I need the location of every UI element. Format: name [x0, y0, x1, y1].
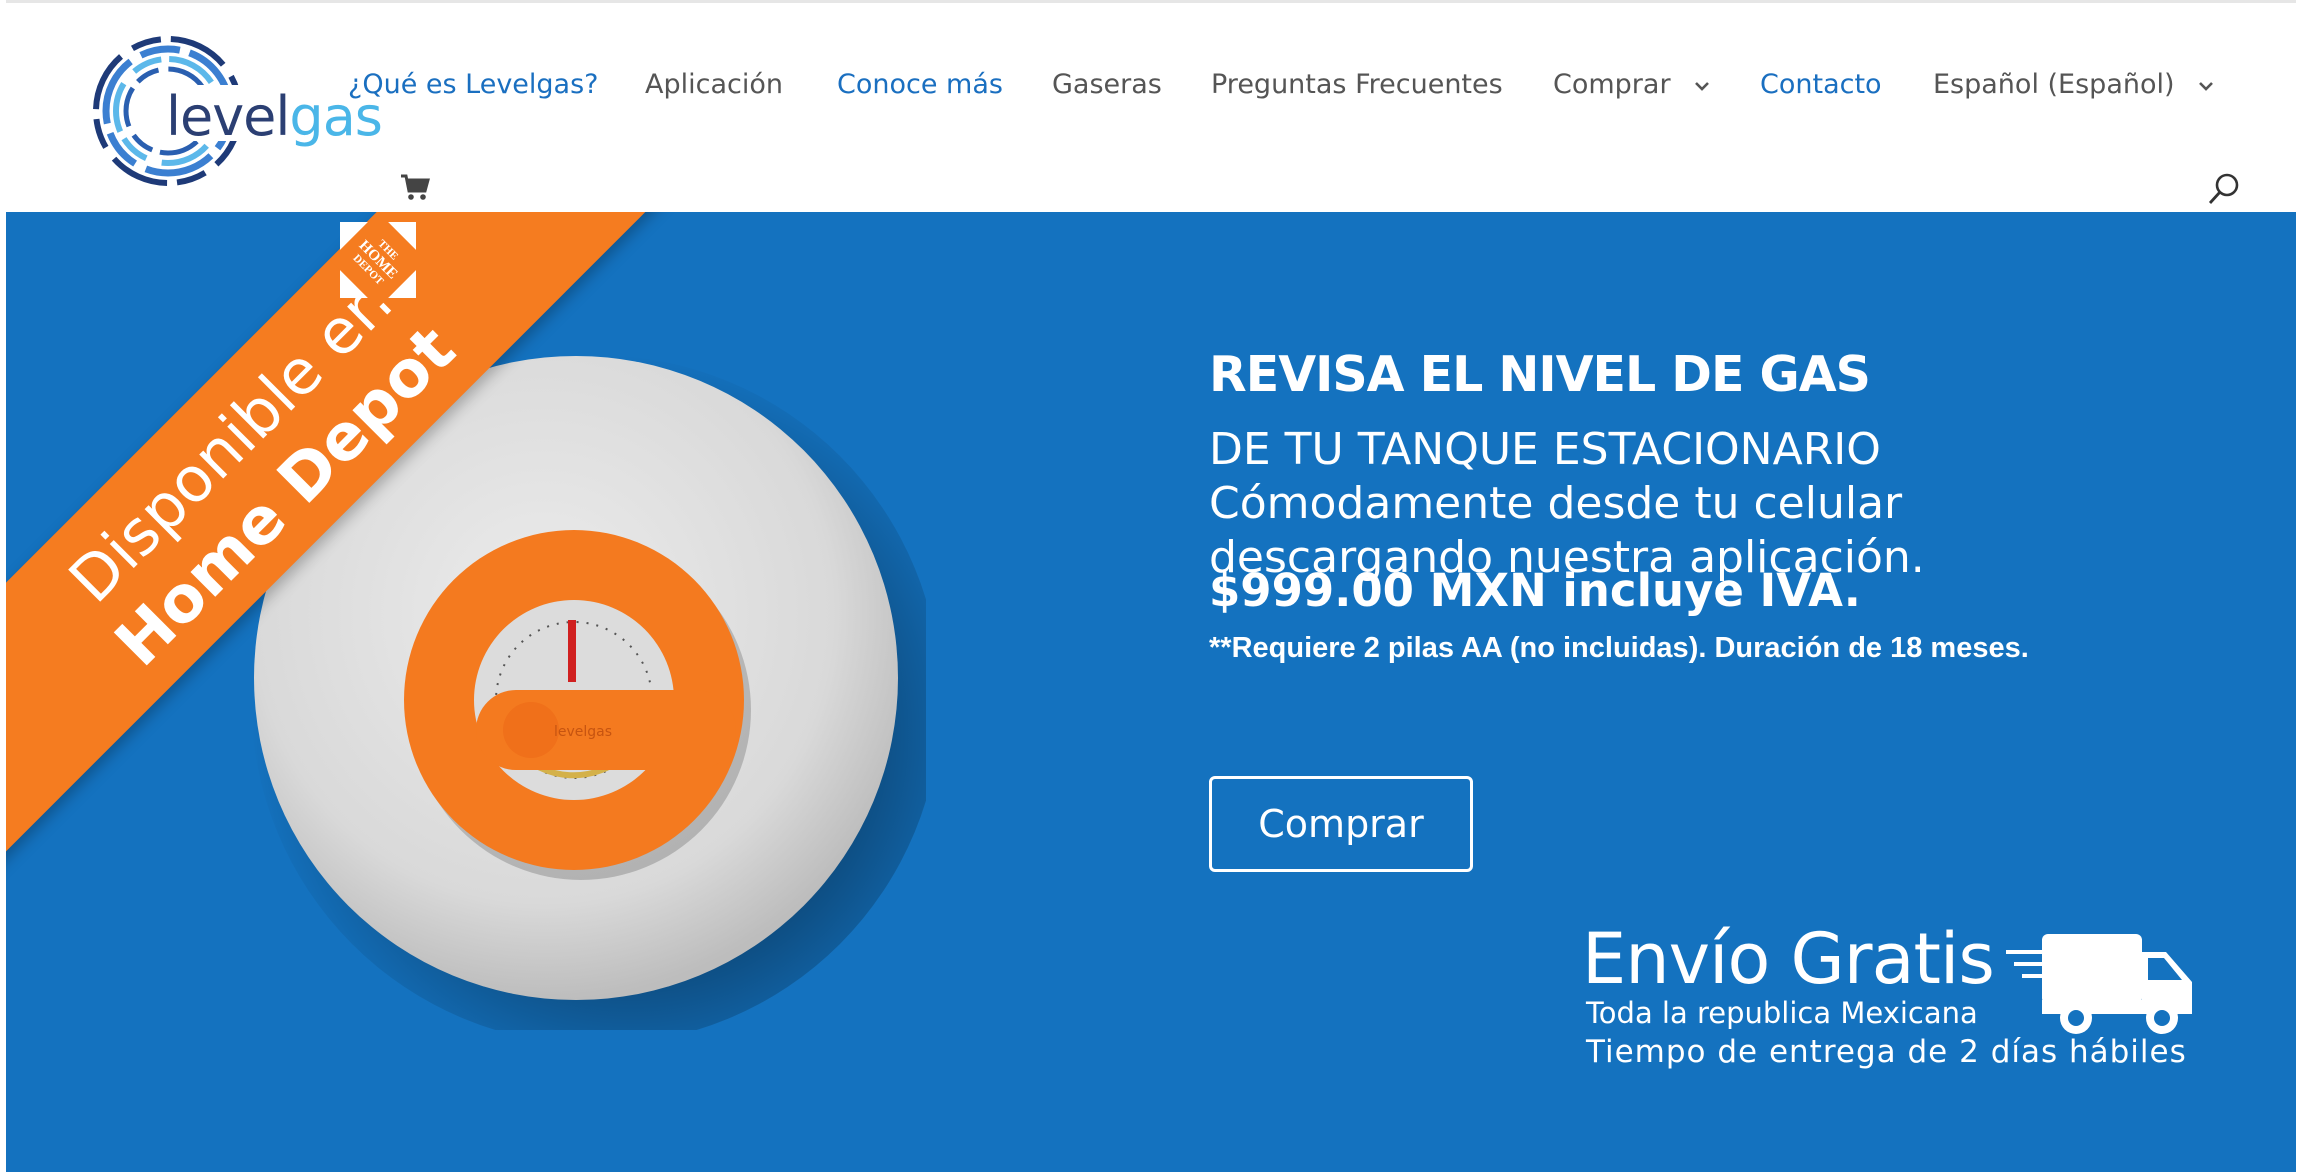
chevron-down-icon — [2199, 81, 2214, 91]
shipping-delivery-time: Tiempo de entrega de 2 días hábiles — [1586, 1034, 2187, 1070]
hero-section: levelgas Disponible en Home Depot THE HO… — [6, 212, 2296, 1172]
levelgas-logo[interactable]: levelgas — [86, 29, 383, 194]
home-depot-logo-mark: THE HOME DEPOT — [329, 212, 427, 309]
hero-line1: DE TU TANQUE ESTACIONARIO — [1209, 424, 1881, 475]
delivery-truck-icon — [2006, 934, 2192, 1034]
chevron-down-icon — [1695, 81, 1710, 91]
home-depot-logo: THE HOME DEPOT — [329, 212, 427, 309]
nav-item-aplicacion[interactable]: Aplicación — [645, 69, 783, 100]
hero-title: REVISA EL NIVEL DE GAS — [1209, 346, 1871, 403]
shipping-title: Envío Gratis — [1582, 918, 1995, 1000]
nav-item-comprar-label: Comprar — [1553, 69, 1671, 100]
hero-note: **Requiere 2 pilas AA (no incluidas). Du… — [1209, 632, 2029, 664]
site-header: levelgas ¿Qué es Levelgas? Aplicación Co… — [6, 0, 2296, 215]
device-logo-text: levelgas — [554, 724, 612, 740]
nav-item-preguntas[interactable]: Preguntas Frecuentes — [1211, 69, 1503, 100]
logo-wordmark-level: level — [166, 85, 290, 148]
nav-item-conoce-mas[interactable]: Conoce más — [837, 69, 1003, 100]
nav-item-gaseras[interactable]: Gaseras — [1052, 69, 1162, 100]
nav-item-language-label: Español (Español) — [1933, 69, 2175, 100]
hero-line2: Cómodamente desde tu celular — [1209, 478, 1903, 529]
buy-button[interactable]: Comprar — [1209, 776, 1473, 872]
hero-price: $999.00 MXN incluye IVA. — [1209, 564, 1861, 617]
nav-item-contacto[interactable]: Contacto — [1760, 69, 1882, 100]
nav-item-que-es[interactable]: ¿Qué es Levelgas? — [348, 69, 599, 100]
nav-item-language[interactable]: Español (Español) — [1933, 69, 2215, 100]
nav-item-comprar[interactable]: Comprar — [1553, 69, 1711, 100]
shipping-subtitle: Toda la republica Mexicana — [1586, 996, 1978, 1030]
shopping-cart-icon[interactable] — [399, 171, 431, 203]
search-icon[interactable] — [2206, 171, 2242, 207]
